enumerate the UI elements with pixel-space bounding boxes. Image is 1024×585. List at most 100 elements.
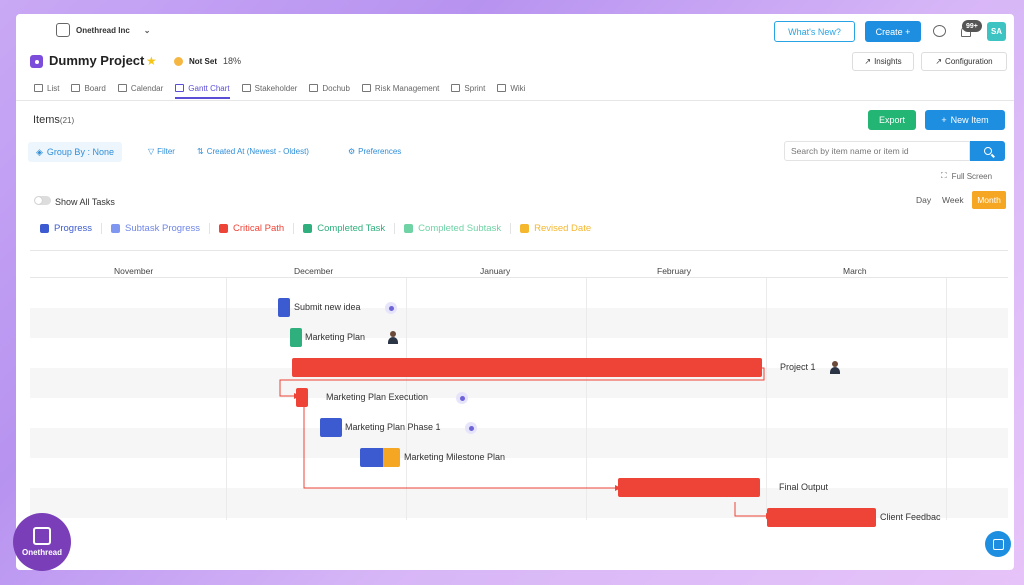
wiki-icon <box>497 84 507 92</box>
task-bar[interactable] <box>618 478 760 497</box>
project-icon <box>30 55 43 68</box>
items-heading: Items(21) <box>33 114 74 126</box>
board-icon <box>71 84 81 92</box>
full-screen-label: Full Screen <box>951 171 993 181</box>
legend-label: Subtask Progress <box>125 223 200 234</box>
preferences-button[interactable]: ⚙ Preferences <box>348 147 401 156</box>
task-label[interactable]: Final Output <box>779 482 828 492</box>
legend-swatch <box>219 224 228 233</box>
search-icon <box>983 147 992 155</box>
progress-percent: 18% <box>223 56 242 66</box>
status-badge[interactable]: Not Set <box>189 57 217 66</box>
view-month-button[interactable]: Month <box>972 191 1006 209</box>
chat-icon[interactable] <box>933 25 946 37</box>
task-bar[interactable] <box>320 418 342 437</box>
logo-text: Onethread <box>21 548 62 557</box>
tab-board[interactable]: Board <box>71 80 106 96</box>
legend-label: Progress <box>54 223 93 234</box>
legend-item: Progress <box>40 223 103 234</box>
filter-button[interactable]: ▽ Filter <box>148 147 175 156</box>
tab-label: List <box>47 83 60 93</box>
task-label[interactable]: Marketing Milestone Plan <box>404 452 505 462</box>
task-bar[interactable] <box>292 358 762 377</box>
configuration-button[interactable]: ↗ Configuration <box>921 52 1007 71</box>
view-week-button[interactable]: Week <box>942 195 964 205</box>
star-icon[interactable]: ★ <box>146 54 157 68</box>
app-window: Onethread Inc ⌄ What's New? Create + 99+… <box>16 14 1014 570</box>
task-bar[interactable] <box>278 298 290 317</box>
stakeholder-icon <box>241 84 251 92</box>
task-label[interactable]: Marketing Plan Execution <box>326 392 428 402</box>
group-by-dropdown[interactable]: ◈ Group By : None <box>28 142 122 162</box>
create-button[interactable]: Create + <box>865 21 921 42</box>
show-all-tasks-toggle[interactable] <box>34 196 51 205</box>
task-label[interactable]: Client Feedbac <box>880 512 941 522</box>
tab-label: Gantt Chart <box>188 83 230 93</box>
export-button[interactable]: Export <box>868 110 916 130</box>
task-bar[interactable] <box>290 328 302 347</box>
org-logo-icon <box>56 23 70 37</box>
calendar-icon <box>117 84 127 92</box>
tab-list[interactable]: List <box>34 80 59 96</box>
legend-label: Critical Path <box>233 223 285 234</box>
search-button[interactable] <box>970 141 1005 161</box>
task-bar[interactable] <box>296 388 308 407</box>
tab-stakeholder[interactable]: Stakeholder <box>241 80 297 96</box>
tab-wiki[interactable]: Wiki <box>497 80 525 96</box>
items-title: Items <box>33 114 60 126</box>
search-input[interactable]: Search by item name or item id <box>784 141 970 161</box>
insights-label: Insights <box>874 57 902 66</box>
legend-label: Revised Date <box>534 223 592 234</box>
tab-label: Calendar <box>130 83 164 93</box>
task-bar[interactable] <box>360 448 383 467</box>
status-dot-icon[interactable] <box>174 57 183 66</box>
tab-dochub[interactable]: Dochub <box>309 80 350 96</box>
tab-sprint[interactable]: Sprint <box>451 80 485 96</box>
tab-calendar[interactable]: Calendar <box>117 80 164 96</box>
legend-swatch <box>520 224 530 233</box>
user-icon[interactable] <box>385 302 397 314</box>
legend-swatch <box>40 224 49 233</box>
chat-support-button[interactable] <box>985 531 1011 557</box>
trend-icon: ↗ <box>864 57 872 66</box>
items-count: (21) <box>59 116 75 125</box>
sort-label: Created At (Newest - Oldest) <box>206 147 309 156</box>
plus-icon: + <box>941 115 947 125</box>
user-icon[interactable] <box>456 392 468 404</box>
tab-label: Board <box>84 83 106 93</box>
legend-label: Completed Subtask <box>418 223 502 234</box>
filter-icon: ▽ <box>148 147 155 156</box>
task-label[interactable]: Marketing Plan Phase 1 <box>345 422 441 432</box>
legend-item: Completed Subtask <box>404 223 512 234</box>
revised-date-bar[interactable] <box>383 448 400 467</box>
view-tabs: List Board Calendar Gantt Chart Stakehol… <box>34 80 537 99</box>
filter-label: Filter <box>157 147 175 156</box>
legend-item: Revised Date <box>520 223 600 234</box>
sort-button[interactable]: ⇅ Created At (Newest - Oldest) <box>197 147 309 156</box>
task-label[interactable]: Submit new idea <box>294 302 361 312</box>
onethread-logo: Onethread <box>13 513 71 571</box>
insights-button[interactable]: ↗ Insights <box>852 52 914 71</box>
assignee-avatar-icon[interactable] <box>387 331 399 344</box>
task-label[interactable]: Project 1 <box>780 362 816 372</box>
tab-gantt-chart[interactable]: Gantt Chart <box>175 80 231 99</box>
layers-icon: ◈ <box>36 146 43 157</box>
user-icon[interactable] <box>465 422 477 434</box>
task-label[interactable]: Marketing Plan <box>305 332 365 342</box>
task-bar[interactable] <box>767 508 876 527</box>
doc-icon <box>309 84 319 92</box>
assignee-avatar-icon[interactable] <box>829 361 841 374</box>
chevron-down-icon: ⌄ <box>143 25 151 35</box>
risk-icon <box>361 84 371 92</box>
full-screen-button[interactable]: ⛶ Full Screen <box>941 171 992 181</box>
org-switcher[interactable]: Onethread Inc ⌄ <box>56 23 151 37</box>
tab-label: Sprint <box>464 83 486 93</box>
avatar[interactable]: SA <box>987 22 1006 41</box>
tab-label: Dochub <box>322 83 350 93</box>
tab-risk-management[interactable]: Risk Management <box>361 80 439 96</box>
whats-new-button[interactable]: What's New? <box>774 21 855 42</box>
view-day-button[interactable]: Day <box>916 195 931 205</box>
new-item-button[interactable]: + New Item <box>925 110 1005 130</box>
tab-label: Wiki <box>510 83 526 93</box>
preferences-label: Preferences <box>358 147 402 156</box>
